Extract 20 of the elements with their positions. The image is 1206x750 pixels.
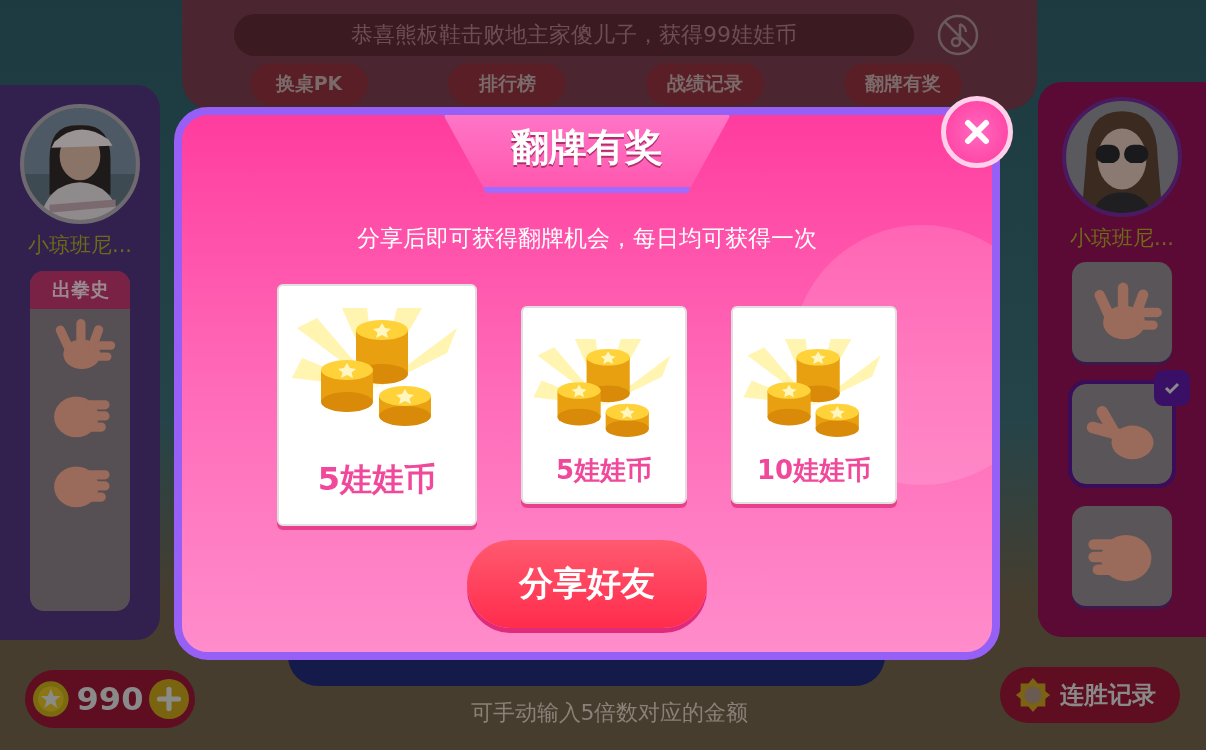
- nav-button[interactable]: 翻牌有奖: [844, 63, 962, 105]
- hint-text: 可手动输入5倍数对应的金额: [469, 699, 750, 727]
- add-coins-button[interactable]: [149, 679, 189, 719]
- plus-icon: [156, 686, 183, 712]
- check-icon: [1154, 370, 1190, 406]
- star-coin-icon: [31, 679, 71, 719]
- gesture-option[interactable]: [1072, 506, 1172, 606]
- gesture-option[interactable]: [1072, 262, 1172, 362]
- dialog-subtitle: 分享后即可获得翻牌机会，每日均可获得一次: [357, 224, 817, 253]
- music-off-icon[interactable]: [936, 13, 980, 57]
- streak-record-button[interactable]: 连胜记录: [1000, 667, 1180, 723]
- close-icon: [962, 117, 992, 147]
- player-name: 小琼班尼...: [28, 232, 132, 259]
- medal-icon: [1014, 676, 1052, 714]
- nav-button[interactable]: 换桌PK: [250, 63, 368, 105]
- player-name: 小琼班尼...: [1070, 225, 1174, 252]
- nav-button[interactable]: 排行榜: [448, 63, 566, 105]
- nav-button[interactable]: 战绩记录: [646, 63, 764, 105]
- history-title: 出拳史: [30, 271, 130, 309]
- coin-amount: 990: [76, 680, 144, 718]
